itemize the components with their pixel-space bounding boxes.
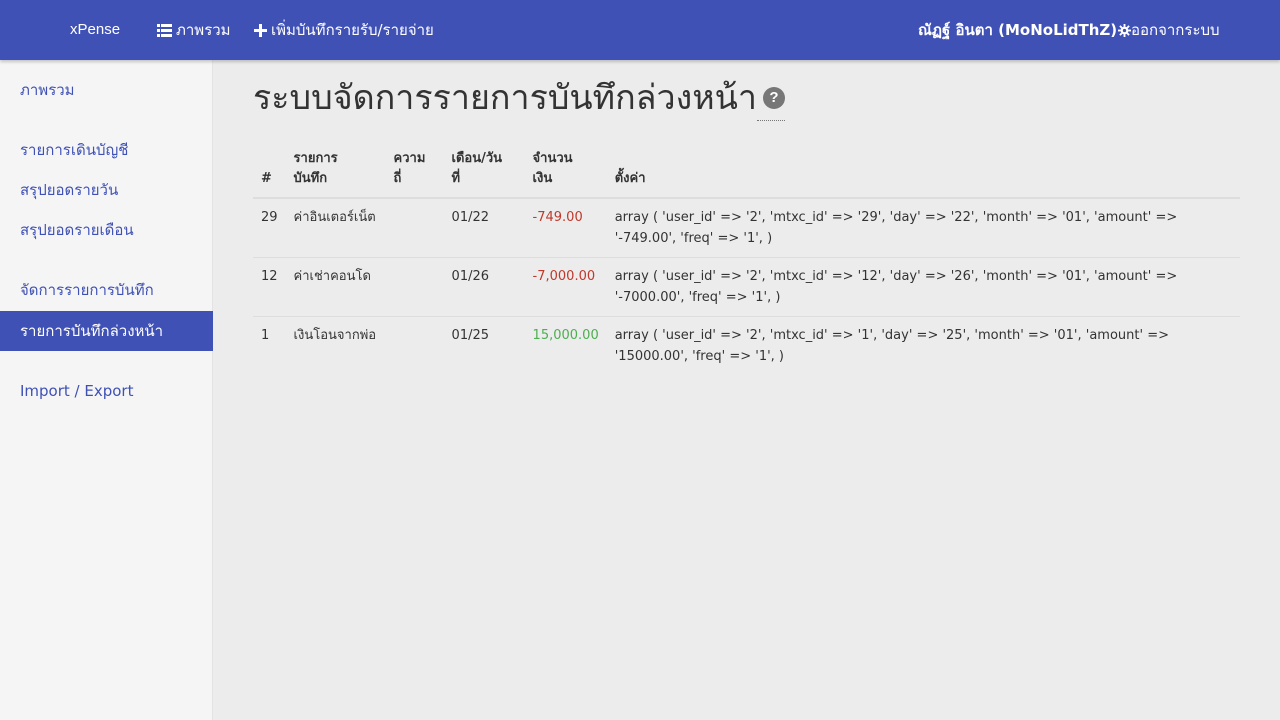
cell-settings: array ( 'user_id' => '2', 'mtxc_id' => '… <box>606 316 1240 375</box>
col-header-freq-line2: ถี่ <box>393 171 402 186</box>
cell-freq <box>385 257 444 317</box>
cell-name: ค่าอินเตอร์เน็ต <box>285 197 386 258</box>
col-header-date-line2: ที่ <box>451 171 461 186</box>
top-navbar: xPense ภาพรวม เพิ่มบันทึกรายรับ/รายจ่าย … <box>0 0 1280 60</box>
cell-date: 01/22 <box>443 197 525 258</box>
table-row: 1 เงินโอนจากพ่อ 01/25 15,000.00 array ( … <box>253 316 1240 375</box>
question-icon: ? <box>762 87 785 110</box>
nav-overview-label: ภาพรวม <box>176 21 231 39</box>
page-title-text: ระบบจัดการรายการบันทึกล่วงหน้า <box>253 79 757 117</box>
nav-add-record-label: เพิ่มบันทึกรายรับ/รายจ่าย <box>271 21 434 39</box>
list-icon <box>157 24 172 37</box>
cell-amount: -7,000.00 <box>524 257 607 317</box>
page-title: ระบบจัดการรายการบันทึกล่วงหน้า? <box>253 70 785 124</box>
scheduled-records-table: # รายการบันทึก ความถี่ เดือน/วันที่ จำนว… <box>253 145 1240 375</box>
cell-amount: -749.00 <box>524 197 607 258</box>
cell-settings: array ( 'user_id' => '2', 'mtxc_id' => '… <box>606 257 1240 317</box>
col-header-date-line1: เดือน/วัน <box>451 151 503 166</box>
cell-freq <box>385 197 444 258</box>
col-header-name: รายการบันทึก <box>285 145 386 199</box>
cell-id: 12 <box>253 257 286 317</box>
sidebar-item-scheduled-records[interactable]: รายการบันทึกล่วงหน้า <box>0 311 213 351</box>
col-header-settings: ตั้งค่า <box>606 145 1240 199</box>
sidebar-item-manage-records[interactable]: จัดการรายการบันทึก <box>0 270 213 310</box>
sidebar-item-transactions[interactable]: รายการเดินบัญชี <box>0 130 213 170</box>
col-header-freq: ความถี่ <box>385 145 444 199</box>
table-row: 12 ค่าเช่าคอนโด 01/26 -7,000.00 array ( … <box>253 257 1240 317</box>
col-header-freq-line1: ความ <box>393 151 426 166</box>
sidebar: ภาพรวม รายการเดินบัญชี สรุปยอดรายวัน สรุ… <box>0 60 213 720</box>
user-name: ณัฏฐ์ อินตา (MoNoLidThZ) <box>918 21 1118 39</box>
cell-date: 01/25 <box>443 316 525 375</box>
logout-link[interactable]: ออกจากระบบ <box>1131 0 1220 60</box>
col-header-name-line2: บันทึก <box>293 171 328 186</box>
table-header-row: # รายการบันทึก ความถี่ เดือน/วันที่ จำนว… <box>253 145 1240 199</box>
cell-freq <box>385 316 444 375</box>
cell-settings: array ( 'user_id' => '2', 'mtxc_id' => '… <box>606 197 1240 258</box>
plus-icon <box>254 24 267 37</box>
col-header-name-line1: รายการ <box>293 151 338 166</box>
brand-link[interactable]: xPense <box>70 0 120 60</box>
main-content: ระบบจัดการรายการบันทึกล่วงหน้า? # รายการ… <box>213 60 1280 720</box>
table-row: 29 ค่าอินเตอร์เน็ต 01/22 -749.00 array (… <box>253 197 1240 258</box>
col-header-amount-line1: จำนวน <box>532 151 573 166</box>
sidebar-item-monthly-summary[interactable]: สรุปยอดรายเดือน <box>0 210 213 250</box>
cell-id: 29 <box>253 197 286 258</box>
sidebar-item-daily-summary[interactable]: สรุปยอดรายวัน <box>0 170 213 210</box>
cell-id: 1 <box>253 316 286 375</box>
nav-add-record-link[interactable]: เพิ่มบันทึกรายรับ/รายจ่าย <box>254 0 434 60</box>
col-header-amount: จำนวนเงิน <box>524 145 607 199</box>
sidebar-item-import-export[interactable]: Import / Export <box>0 371 213 411</box>
cell-name: เงินโอนจากพ่อ <box>285 316 386 375</box>
sidebar-item-overview[interactable]: ภาพรวม <box>0 70 213 110</box>
col-header-amount-line2: เงิน <box>532 171 553 186</box>
col-header-num: # <box>253 145 286 199</box>
cell-date: 01/26 <box>443 257 525 317</box>
nav-overview-link[interactable]: ภาพรวม <box>157 0 231 60</box>
col-header-date: เดือน/วันที่ <box>443 145 525 199</box>
gear-icon <box>1118 24 1132 37</box>
nav-user-menu[interactable]: ณัฏฐ์ อินตา (MoNoLidThZ) <box>918 0 1132 60</box>
cell-name: ค่าเช่าคอนโด <box>285 257 386 317</box>
help-tooltip[interactable]: ? <box>756 79 785 121</box>
cell-amount: 15,000.00 <box>524 316 607 375</box>
